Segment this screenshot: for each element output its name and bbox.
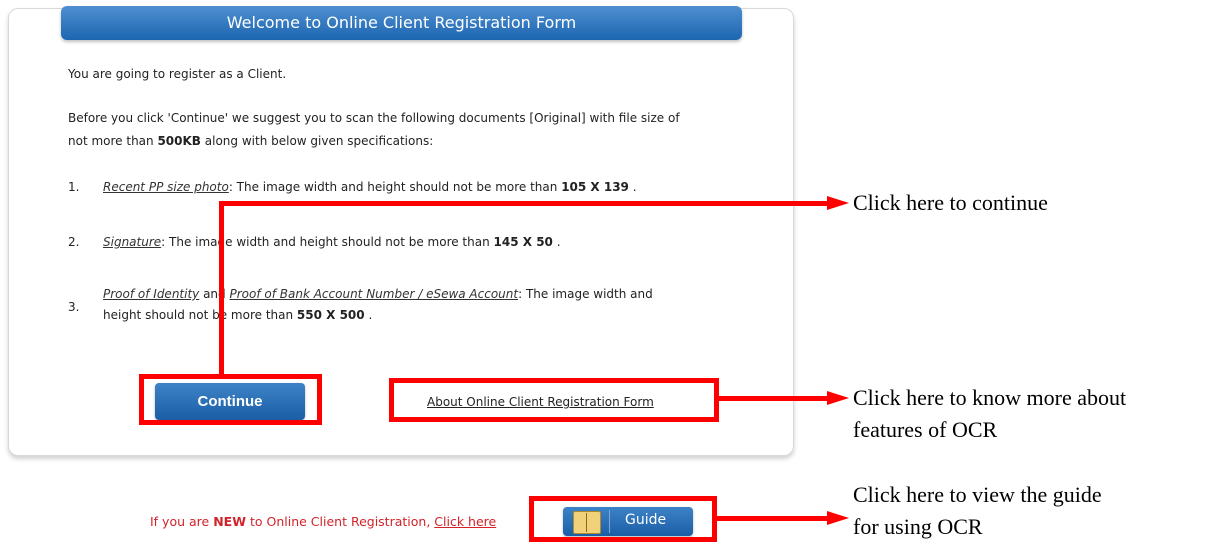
continue-callout: Click here to continue bbox=[853, 190, 1048, 215]
guide-connector bbox=[717, 516, 827, 521]
continue-highlight-box bbox=[139, 374, 322, 425]
list-item-proofs: Proof of Identity and Proof of Bank Acco… bbox=[103, 287, 653, 301]
about-connector bbox=[719, 396, 827, 401]
guide-highlight-box bbox=[529, 496, 717, 542]
about-callout-line-2: features of OCR bbox=[853, 417, 998, 442]
guide-callout-line-2: for using OCR bbox=[853, 514, 983, 539]
new-user-notice: If you are NEW to Online Client Registra… bbox=[150, 514, 497, 529]
page-title: Welcome to Online Client Registration Fo… bbox=[226, 13, 577, 32]
continue-connector-horizontal bbox=[219, 201, 827, 206]
instructions-line-1: Before you click 'Continue' we suggest y… bbox=[68, 111, 680, 125]
proof-of-identity-link[interactable]: Proof of Identity bbox=[103, 287, 199, 301]
proof-of-bank-account-link[interactable]: Proof of Bank Account Number / eSewa Acc… bbox=[229, 287, 518, 301]
intro-text: You are going to register as a Client. bbox=[68, 67, 287, 81]
recent-pp-photo-link[interactable]: Recent PP size photo bbox=[103, 180, 229, 194]
signature-link[interactable]: Signature bbox=[103, 235, 161, 249]
about-arrow-icon bbox=[827, 391, 849, 405]
continue-connector-vertical bbox=[219, 201, 224, 376]
guide-callout-line-1: Click here to view the guide bbox=[853, 482, 1102, 507]
item-number-3: 3. bbox=[68, 300, 80, 314]
guide-arrow-icon bbox=[827, 511, 849, 525]
list-item-proofs-line-2: height should not be more than 550 X 500… bbox=[103, 308, 373, 322]
continue-arrow-icon bbox=[827, 196, 849, 210]
about-callout-line-1: Click here to know more about bbox=[853, 385, 1127, 410]
item-number-1: 1. bbox=[68, 180, 80, 194]
list-item-photo: Recent PP size photo: The image width an… bbox=[103, 180, 637, 194]
instructions-line-2: not more than 500KB along with below giv… bbox=[68, 134, 434, 148]
list-item-signature: Signature: The image width and height sh… bbox=[103, 235, 561, 249]
item-number-2: 2. bbox=[68, 235, 80, 249]
click-here-link[interactable]: Click here bbox=[434, 514, 496, 529]
about-highlight-box bbox=[389, 378, 719, 422]
